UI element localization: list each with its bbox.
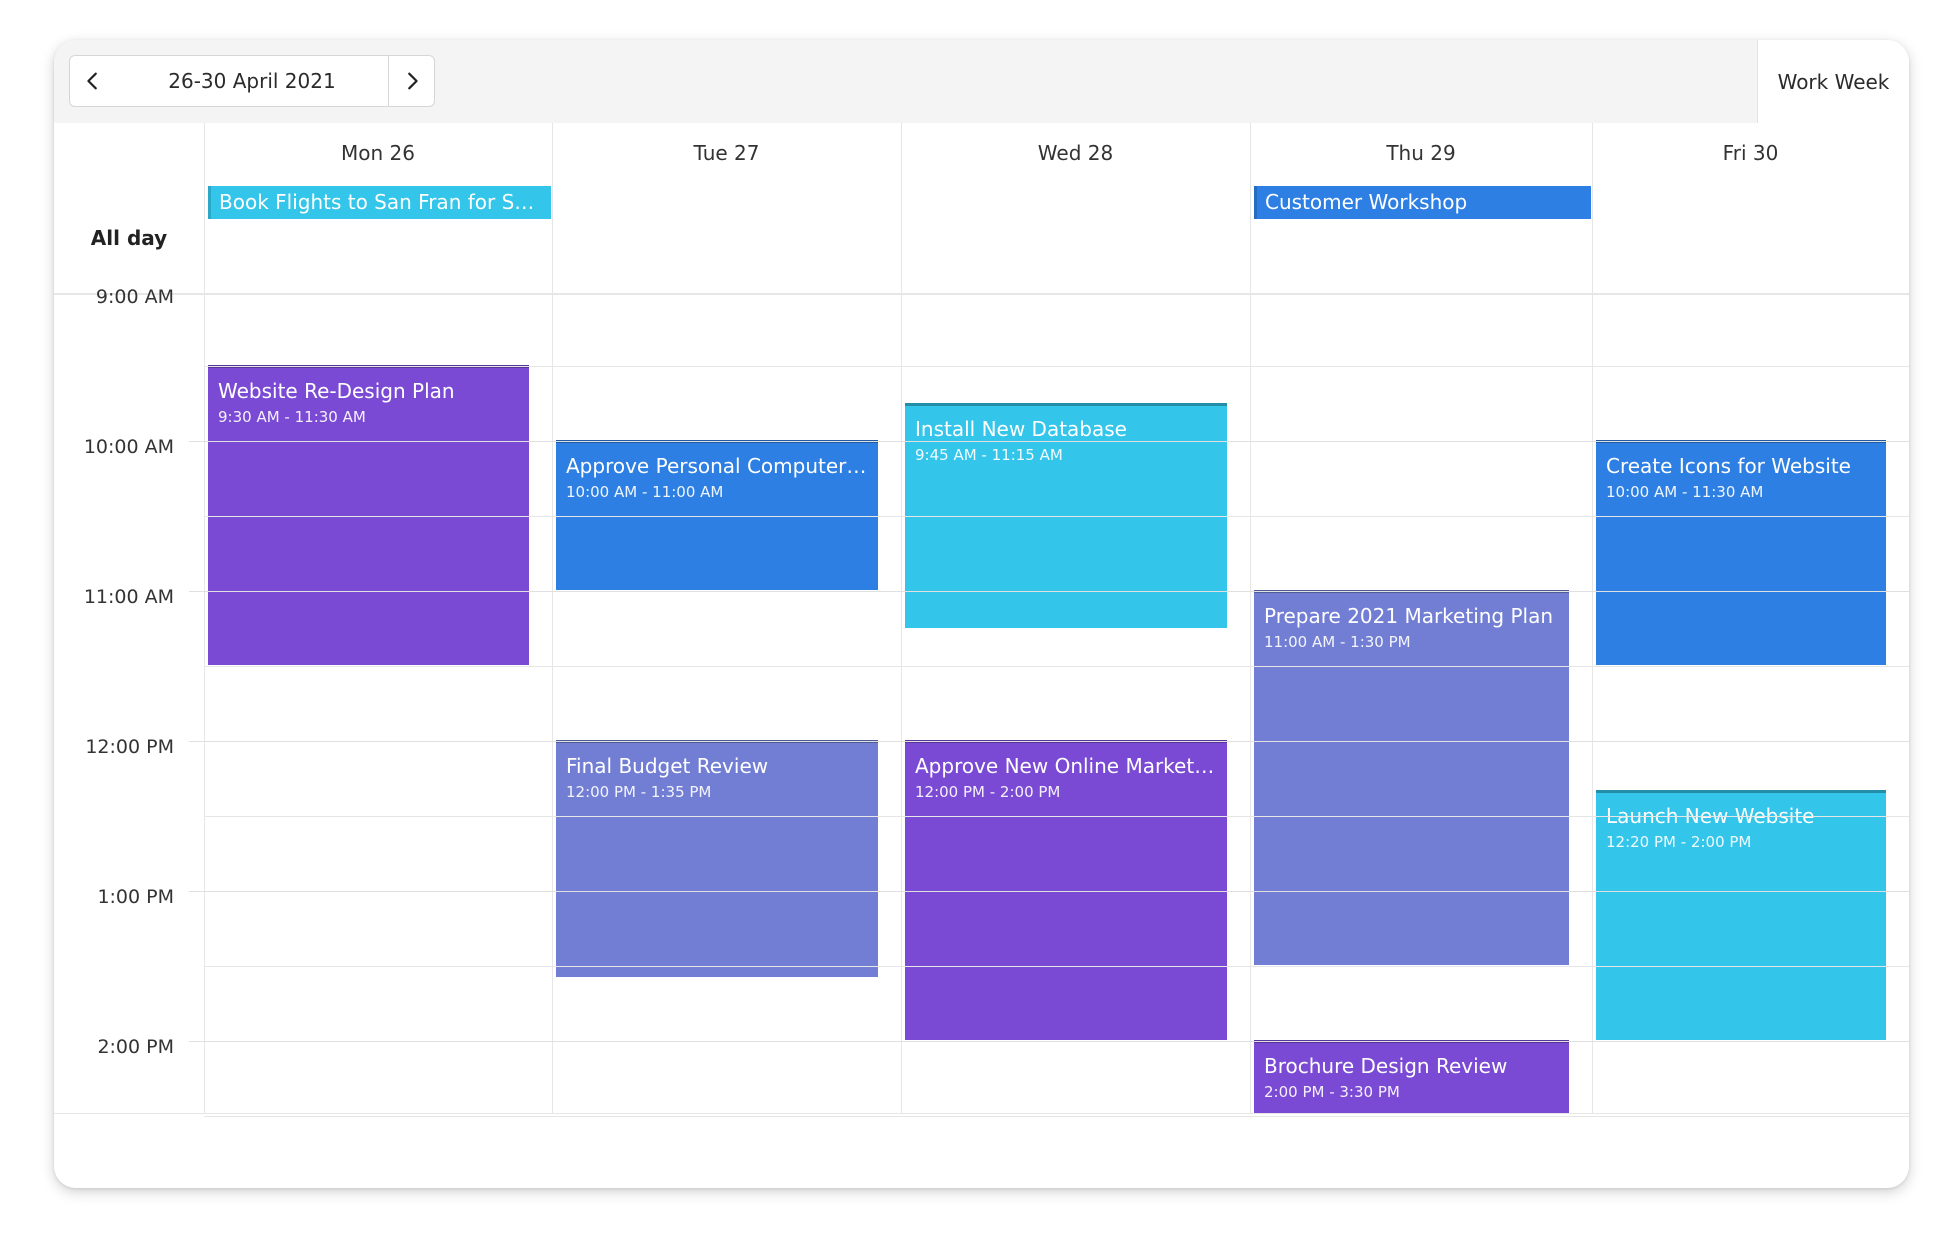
calendar-event[interactable]: Final Budget Review 12:00 PM - 1:35 PM bbox=[556, 740, 878, 978]
half-hour-gridline bbox=[204, 666, 1909, 667]
event-title: Brochure Design Review bbox=[1264, 1054, 1508, 1078]
time-label: 10:00 AM bbox=[83, 436, 174, 458]
hour-gridline bbox=[189, 441, 1909, 442]
day-header-wed[interactable]: Wed 28 bbox=[901, 123, 1250, 183]
day-header-mon[interactable]: Mon 26 bbox=[204, 123, 552, 183]
time-label: 2:00 PM bbox=[97, 1036, 174, 1058]
event-title: Install New Database bbox=[915, 416, 1127, 441]
event-time: 10:00 AM - 11:00 AM bbox=[566, 483, 724, 501]
calendar-event[interactable]: Launch New Website 12:20 PM - 2:00 PM bbox=[1596, 789, 1886, 1040]
time-label: 9:00 AM bbox=[95, 286, 174, 308]
column-divider bbox=[552, 123, 553, 1113]
time-label: 1:00 PM bbox=[97, 886, 174, 908]
calendar-event[interactable]: Website Re-Design Plan 9:30 AM - 11:30 AM bbox=[208, 365, 529, 665]
day-header-fri[interactable]: Fri 30 bbox=[1592, 123, 1909, 183]
next-week-button[interactable] bbox=[388, 55, 435, 107]
half-hour-gridline bbox=[204, 366, 1909, 367]
all-day-event[interactable]: Customer Workshop bbox=[1254, 186, 1591, 219]
half-hour-gridline bbox=[204, 966, 1909, 967]
event-time: 11:00 AM - 1:30 PM bbox=[1264, 633, 1411, 651]
time-label: 11:00 AM bbox=[83, 586, 174, 608]
hour-gridline bbox=[189, 891, 1909, 892]
hour-gridline bbox=[189, 1041, 1909, 1042]
scheduler: 26-30 April 2021 Work Week Mon 26 Tue 27… bbox=[54, 40, 1909, 1188]
half-hour-gridline bbox=[204, 516, 1909, 517]
event-title: Approve Personal Computer Upgrade Plan bbox=[566, 454, 868, 478]
scheduler-footer bbox=[54, 1113, 1909, 1188]
previous-week-button[interactable] bbox=[69, 55, 116, 107]
event-time: 12:00 PM - 1:35 PM bbox=[566, 783, 712, 801]
half-hour-gridline bbox=[204, 1116, 1909, 1117]
view-work-week-button[interactable]: Work Week bbox=[1757, 40, 1909, 123]
event-title: Website Re-Design Plan bbox=[218, 379, 455, 403]
chevron-right-icon bbox=[407, 72, 418, 90]
day-header-tue[interactable]: Tue 27 bbox=[552, 123, 901, 183]
event-time: 9:45 AM - 11:15 AM bbox=[915, 445, 1063, 464]
scheduler-toolbar: 26-30 April 2021 Work Week bbox=[54, 40, 1909, 124]
event-title: Create Icons for Website bbox=[1606, 454, 1851, 478]
event-title: Final Budget Review bbox=[566, 754, 769, 778]
hour-gridline bbox=[189, 591, 1909, 592]
day-header-thu[interactable]: Thu 29 bbox=[1250, 123, 1592, 183]
all-day-label: All day bbox=[90, 226, 168, 250]
calendar-event[interactable]: Approve Personal Computer Upgrade Plan 10… bbox=[556, 440, 878, 590]
chevron-left-icon bbox=[86, 72, 97, 90]
calendar-event[interactable]: Brochure Design Review 2:00 PM - 3:30 PM bbox=[1254, 1040, 1569, 1113]
column-divider bbox=[204, 123, 205, 1113]
hour-gridline bbox=[189, 741, 1909, 742]
calendar-event[interactable]: Prepare 2021 Marketing Plan 11:00 AM - 1:… bbox=[1254, 590, 1569, 965]
calendar-event[interactable]: Install New Database 9:45 AM - 11:15 AM bbox=[905, 402, 1227, 628]
column-divider bbox=[1250, 123, 1251, 1113]
event-time: 12:00 PM - 2:00 PM bbox=[915, 783, 1061, 801]
calendar-event[interactable]: Approve New Online Marketing Strategy 12:… bbox=[905, 740, 1227, 1040]
event-title: Approve New Online Marketing Strategy bbox=[915, 754, 1217, 778]
event-time: 2:00 PM - 3:30 PM bbox=[1264, 1083, 1400, 1101]
event-time: 12:20 PM - 2:00 PM bbox=[1606, 832, 1752, 851]
column-divider bbox=[1592, 123, 1593, 1113]
event-time: 9:30 AM - 11:30 AM bbox=[218, 408, 366, 426]
column-divider bbox=[901, 123, 902, 1113]
event-time: 10:00 AM - 11:30 AM bbox=[1606, 483, 1764, 501]
event-title: Prepare 2021 Marketing Plan bbox=[1264, 604, 1554, 628]
time-label: 12:00 PM bbox=[85, 736, 174, 758]
all-day-event[interactable]: Book Flights to San Fran for Sales Trip bbox=[208, 186, 551, 219]
calendar-event[interactable]: Create Icons for Website 10:00 AM - 11:30… bbox=[1596, 440, 1886, 665]
date-range-button[interactable]: 26-30 April 2021 bbox=[115, 55, 389, 107]
half-hour-gridline bbox=[204, 816, 1909, 817]
day-header-row: Mon 26 Tue 27 Wed 28 Thu 29 Fri 30 bbox=[54, 123, 1909, 184]
